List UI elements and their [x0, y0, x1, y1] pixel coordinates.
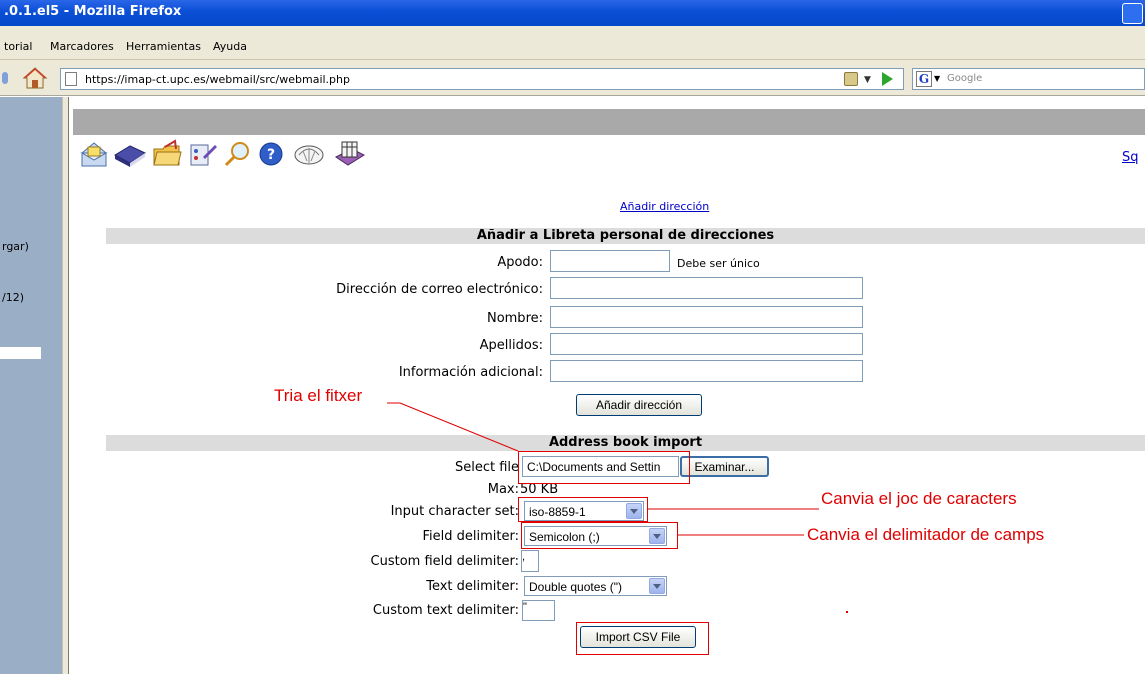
forward-edge-icon[interactable]: [2, 70, 10, 86]
url-bar[interactable]: https://imap-ct.upc.es/webmail/src/webma…: [60, 68, 904, 90]
browser-window: .0.1.el5 - Mozilla Firefox torial Marcad…: [0, 0, 1145, 674]
left-item[interactable]: /12): [2, 291, 24, 304]
menu-historial[interactable]: torial: [4, 40, 32, 53]
go-icon[interactable]: [882, 72, 893, 86]
home-icon[interactable]: [22, 66, 48, 90]
title-bar: .0.1.el5 - Mozilla Firefox: [0, 0, 1145, 26]
menu-ayuda[interactable]: Ayuda: [213, 40, 247, 53]
window-control-button[interactable]: [1122, 3, 1143, 24]
frame-divider[interactable]: [62, 97, 69, 674]
search-placeholder: Google: [947, 73, 983, 84]
annotation-lines: [387, 402, 819, 536]
main-frame: ? Sq Añadir dirección Añadir a Libreta p…: [69, 97, 1145, 674]
menu-herramientas[interactable]: Herramientas: [126, 40, 201, 53]
google-engine-icon[interactable]: G: [916, 71, 932, 87]
navigation-toolbar: https://imap-ct.upc.es/webmail/src/webma…: [0, 60, 1145, 96]
url-text: https://imap-ct.upc.es/webmail/src/webma…: [85, 73, 350, 86]
search-box[interactable]: G ▼ Google: [912, 68, 1145, 90]
left-item[interactable]: rgar): [2, 240, 29, 253]
page-icon: [65, 72, 77, 86]
window-title: .0.1.el5 - Mozilla Firefox: [4, 4, 182, 19]
url-dropdown-icon[interactable]: ▼: [864, 75, 871, 85]
engine-dropdown-icon[interactable]: ▼: [934, 74, 940, 83]
security-lock-icon[interactable]: [844, 72, 858, 86]
left-selection-bar: [0, 347, 41, 359]
menu-bar: torial Marcadores Herramientas Ayuda: [0, 26, 1145, 60]
left-frame: rgar) /12): [0, 97, 62, 674]
menu-marcadores[interactable]: Marcadores: [50, 40, 114, 53]
